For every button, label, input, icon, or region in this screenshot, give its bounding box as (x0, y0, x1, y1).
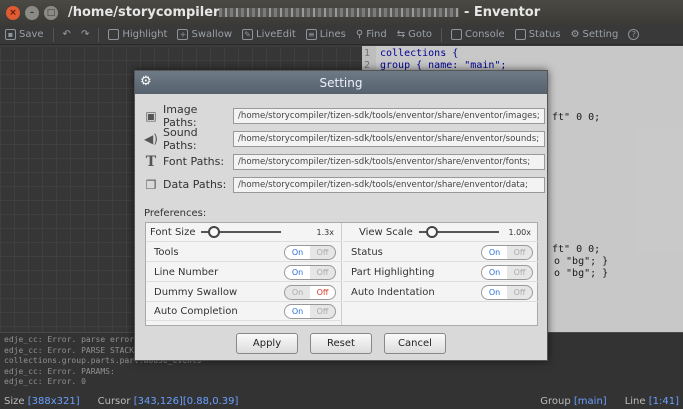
save-button[interactable]: ▪ Save (0, 29, 49, 40)
dialog-title: Setting (319, 75, 363, 90)
font-paths-input[interactable]: /home/storycompiler/tizen-sdk/tools/enve… (233, 153, 545, 170)
setting-dialog: ⚙ Setting ▣ Image Paths: /home/storycomp… (134, 70, 548, 361)
window-maximize-button[interactable]: □ (44, 5, 58, 20)
main-toolbar: ▪ Save ↶ ↷ Highlight + Swallow ✎ LiveEdit ≡… (0, 25, 683, 45)
console-button[interactable]: Console (446, 29, 510, 40)
font-paths-row: T Font Paths: /home/storycompiler/tizen-… (143, 150, 547, 173)
line-value: [1:41] (648, 396, 679, 407)
view-scale-slider-handle[interactable] (425, 226, 438, 238)
font-icon: T (145, 153, 157, 170)
gear-icon: ⚙ (140, 74, 152, 89)
undo-button[interactable]: ↶ (58, 29, 76, 40)
goto-button[interactable]: ⇆ Goto (392, 29, 437, 40)
lines-icon: ≡ (305, 29, 317, 40)
preferences-label: Preferences: (144, 208, 207, 219)
image-paths-input[interactable]: /home/storycompiler/tizen-sdk/tools/enve… (233, 107, 545, 124)
pref-auto-completion: Auto Completion On Off (146, 302, 342, 321)
group-value: [main] (573, 396, 607, 407)
view-scale-row: View Scale 1.00x (343, 223, 539, 242)
font-size-value: 1.3x (316, 227, 334, 237)
console-icon (450, 29, 462, 40)
sound-icon: ◀) (144, 131, 158, 146)
sound-paths-row: ◀) Sound Paths: /home/storycompiler/tize… (143, 126, 547, 152)
line-number-toggle[interactable]: On Off (284, 264, 336, 280)
status-toggle[interactable]: On Off (481, 244, 533, 260)
highlight-button[interactable]: Highlight (103, 29, 172, 40)
apply-button[interactable]: Apply (236, 333, 298, 354)
redo-icon: ↷ (80, 29, 90, 40)
tools-toggle[interactable]: On Off (284, 244, 336, 260)
font-size-row: Font Size 1.3x (146, 223, 342, 242)
search-icon: ⚲ (355, 29, 364, 40)
auto-indentation-toggle[interactable]: On Off (481, 284, 533, 300)
swallow-icon: + (177, 29, 189, 40)
window-title: /home/storycompiler - Enventor (68, 5, 541, 20)
highlight-icon (108, 29, 120, 40)
pref-part-highlighting: Part Highlighting On Off (343, 263, 539, 282)
size-value: [388x321] (27, 396, 80, 407)
pref-line-number: Line Number On Off (146, 263, 342, 282)
preferences-right-column: View Scale 1.00x Status On Off Part Highl… (343, 223, 539, 325)
data-paths-input[interactable]: /home/storycompiler/tizen-sdk/tools/enve… (233, 176, 545, 193)
window-titlebar: × – □ /home/storycompiler - Enventor (0, 0, 683, 25)
cursor-value: [343,126][0.88,0.39] (133, 396, 239, 407)
dialog-titlebar: ⚙ Setting (135, 71, 547, 94)
pref-dummy-swallow: Dummy Swallow On Off (146, 283, 342, 302)
window-minimize-button[interactable]: – (25, 5, 39, 20)
view-scale-value: 1.00x (508, 227, 531, 237)
toolbar-divider (98, 27, 100, 42)
data-paths-row: ❐ Data Paths: /home/storycompiler/tizen-… (143, 173, 547, 196)
image-icon: ▣ (145, 108, 157, 123)
undo-icon: ↶ (62, 29, 71, 40)
font-size-slider-handle[interactable] (208, 226, 221, 238)
cancel-button[interactable]: Cancel (384, 333, 446, 354)
gear-icon: ⚙ (570, 29, 580, 40)
lines-button[interactable]: ≡ Lines (301, 29, 351, 40)
preferences-panel: Font Size 1.3x Tools On Off Line Number O… (145, 222, 539, 326)
status-icon (514, 29, 526, 40)
redo-button[interactable]: ↷ (76, 29, 94, 40)
part-highlighting-toggle[interactable]: On Off (481, 264, 533, 280)
liveedit-button[interactable]: ✎ LiveEdit (237, 29, 301, 40)
window-close-button[interactable]: × (6, 5, 20, 20)
dummy-swallow-toggle[interactable]: On Off (284, 284, 336, 300)
pref-auto-indentation: Auto Indentation On Off (343, 283, 539, 302)
font-size-slider[interactable] (201, 226, 282, 238)
redacted-text (219, 8, 460, 17)
toolbar-divider (52, 27, 54, 42)
data-icon: ❐ (145, 177, 157, 192)
sound-paths-input[interactable]: /home/storycompiler/tizen-sdk/tools/enve… (233, 130, 545, 147)
swallow-button[interactable]: + Swallow (172, 29, 237, 40)
toolbar-divider (440, 27, 442, 42)
help-button[interactable]: ? (623, 29, 644, 40)
reset-button[interactable]: Reset (310, 333, 372, 354)
find-button[interactable]: ⚲ Find (351, 29, 392, 40)
paths-section: ▣ Image Paths: /home/storycompiler/tizen… (135, 94, 547, 196)
auto-completion-toggle[interactable]: On Off (284, 303, 336, 319)
pref-status: Status On Off (343, 243, 539, 262)
pref-tools: Tools On Off (146, 243, 342, 262)
image-paths-row: ▣ Image Paths: /home/storycompiler/tizen… (143, 103, 547, 129)
status-button[interactable]: Status (510, 29, 566, 40)
view-scale-slider[interactable] (418, 226, 499, 238)
goto-icon: ⇆ (396, 29, 406, 40)
save-icon: ▪ (5, 29, 16, 40)
setting-button[interactable]: ⚙ Setting (566, 29, 624, 40)
preferences-left-column: Font Size 1.3x Tools On Off Line Number O… (146, 223, 342, 325)
help-icon: ? (628, 29, 640, 40)
liveedit-icon: ✎ (242, 29, 253, 40)
status-bar: Size [388x321] Cursor [343,126][0.88,0.3… (0, 394, 683, 409)
dialog-buttons: Apply Reset Cancel (135, 333, 547, 354)
